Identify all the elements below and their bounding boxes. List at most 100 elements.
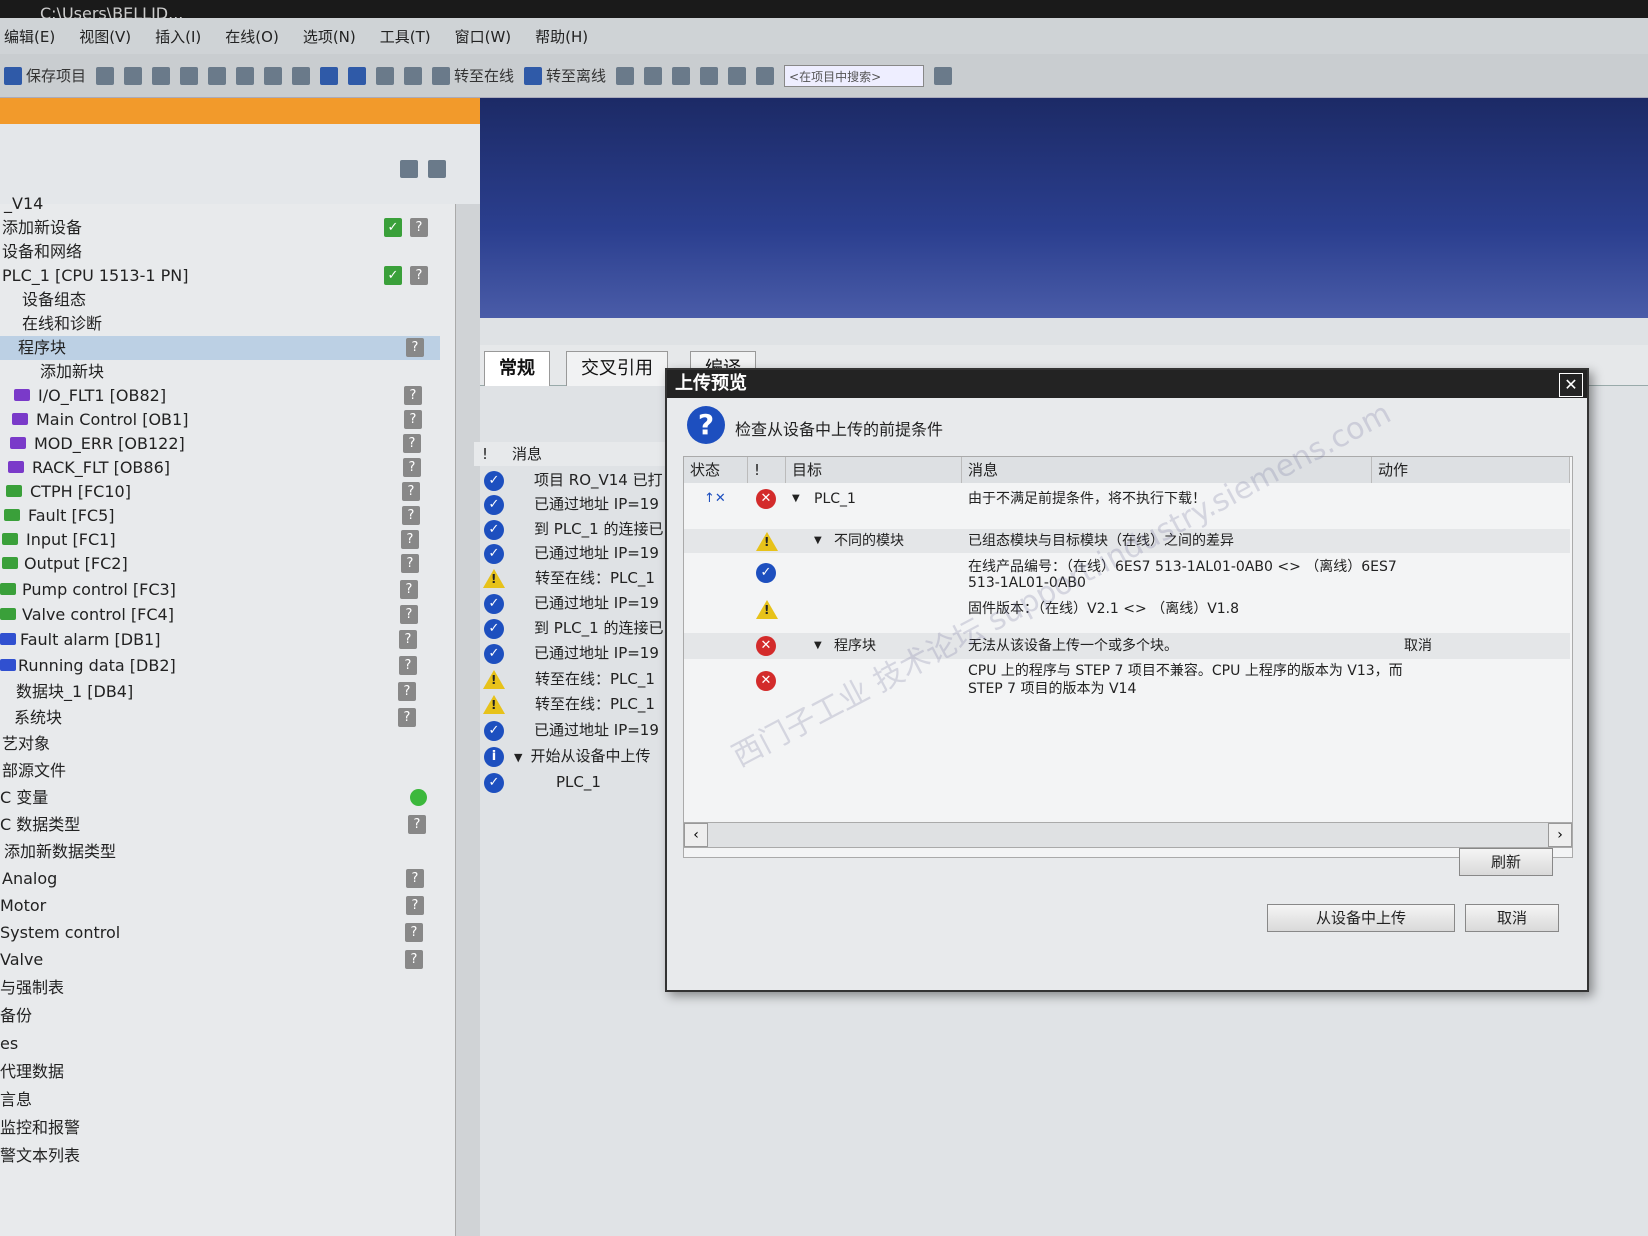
tree-item[interactable]: 警文本列表 xyxy=(0,1144,440,1168)
delete-icon[interactable] xyxy=(208,66,227,85)
message-row[interactable]: ✓ 已通过地址 IP=19 xyxy=(474,718,674,742)
start-cpu-icon-2[interactable] xyxy=(644,66,663,85)
cross-reference-icon[interactable] xyxy=(700,66,719,85)
tree-item[interactable]: 设备和网络 xyxy=(0,240,440,264)
tree-item[interactable]: Running data [DB2]? xyxy=(0,654,440,678)
paste-icon[interactable] xyxy=(180,66,199,85)
collapse-arrow-icon[interactable]: ▼ xyxy=(814,531,822,551)
collapse-arrow-icon[interactable]: ▼ xyxy=(814,636,822,656)
tree-item[interactable]: 艺对象 xyxy=(0,732,440,756)
tree-item[interactable]: 系统块? xyxy=(0,706,440,730)
tree-item[interactable]: System control? xyxy=(0,921,440,945)
message-row[interactable]: ✓ PLC_1 xyxy=(474,770,674,794)
tab-general[interactable]: 常规 xyxy=(484,351,550,386)
action-cancel-select[interactable]: 取消 xyxy=(1404,636,1432,656)
tree-item[interactable]: Pump control [FC3]? xyxy=(0,578,440,602)
column-message[interactable]: 消息 xyxy=(962,457,1372,483)
collapse-arrow-icon[interactable]: ▼ xyxy=(792,489,800,509)
copy-icon[interactable] xyxy=(152,66,171,85)
menu-view[interactable]: 视图(V) xyxy=(79,26,131,47)
menu-edit[interactable]: 编辑(E) xyxy=(4,26,55,47)
grid-row[interactable]: ! 固件版本：（在线）V2.1 <> （离线）V1.8 xyxy=(684,597,1570,623)
tree-item[interactable]: 言息 xyxy=(0,1088,440,1112)
tree-item[interactable]: Input [FC1]? xyxy=(0,528,440,552)
tree-item[interactable]: 部源文件 xyxy=(0,759,440,783)
upload-from-device-button[interactable]: 从设备中上传 xyxy=(1267,904,1455,932)
column-action[interactable]: 动作 xyxy=(1372,457,1570,483)
split-horizontal-icon[interactable] xyxy=(728,66,747,85)
message-row[interactable]: ✓ 已通过地址 IP=19 xyxy=(474,641,674,665)
tree-item[interactable]: MOD_ERR [OB122]? xyxy=(0,432,440,456)
refresh-button[interactable]: 刷新 xyxy=(1459,848,1553,876)
menu-options[interactable]: 选项(N) xyxy=(303,26,356,47)
tree-item[interactable]: Valve? xyxy=(0,948,440,972)
grid-row[interactable]: ! ▼ 不同的模块 已组态模块与目标模块（在线）之间的差异 xyxy=(684,529,1570,553)
tree-item[interactable]: Main Control [OB1]? xyxy=(0,408,440,432)
scroll-right-icon[interactable]: › xyxy=(1548,823,1572,847)
tree-item[interactable]: 添加新数据类型 xyxy=(0,840,440,864)
tree-item[interactable]: es xyxy=(0,1032,440,1056)
message-row[interactable]: ! 转至在线：PLC_1 xyxy=(474,667,674,691)
tree-item[interactable]: 数据块_1 [DB4]? xyxy=(0,680,440,704)
accessible-devices-icon[interactable] xyxy=(616,66,635,85)
tree-item[interactable]: C 数据类型? xyxy=(0,813,440,837)
grid-row[interactable]: ↑✕ ✕ ▼ PLC_1 由于不满足前提条件，将不执行下载！ xyxy=(684,487,1570,511)
message-row[interactable]: ✓ 已通过地址 IP=19 xyxy=(474,492,674,516)
menu-insert[interactable]: 插入(I) xyxy=(155,26,201,47)
stop-cpu-icon[interactable] xyxy=(672,66,691,85)
project-search-input[interactable]: <在项目中搜索> xyxy=(784,64,925,87)
tree-item[interactable]: 监控和报警 xyxy=(0,1116,440,1140)
grid-horizontal-scrollbar[interactable]: ‹ › xyxy=(683,822,1573,848)
redo-icon[interactable] xyxy=(264,66,283,85)
tree-item[interactable]: 在线和诊断 xyxy=(0,312,440,336)
tree-item[interactable]: 代理数据 xyxy=(0,1060,440,1084)
tree-item[interactable]: Motor? xyxy=(0,894,440,918)
refresh-tree-icon[interactable] xyxy=(428,160,446,178)
tree-item[interactable]: I/O_FLT1 [OB82]? xyxy=(0,384,440,408)
upload-icon[interactable] xyxy=(348,66,367,85)
tree-item[interactable]: 与强制表 xyxy=(0,976,440,1000)
tab-cross-reference[interactable]: 交叉引用 xyxy=(566,351,668,386)
start-cpu-icon[interactable] xyxy=(404,66,423,85)
close-icon[interactable]: ✕ xyxy=(1559,373,1583,397)
tree-item[interactable]: RACK_FLT [OB86]? xyxy=(0,456,440,480)
go-offline-button[interactable]: 转至离线 xyxy=(524,65,606,86)
tree-item[interactable]: Fault alarm [DB1]? xyxy=(0,628,440,652)
tree-item[interactable]: 设备组态 xyxy=(0,288,440,312)
tree-item[interactable]: C 变量 xyxy=(0,786,440,810)
menu-help[interactable]: 帮助(H) xyxy=(535,26,588,47)
simulation-icon[interactable] xyxy=(376,66,395,85)
go-online-button[interactable]: 转至在线 xyxy=(432,65,514,86)
menu-window[interactable]: 窗口(W) xyxy=(455,26,512,47)
message-row[interactable]: ! 转至在线：PLC_1 xyxy=(474,566,674,590)
cancel-button[interactable]: 取消 xyxy=(1465,904,1559,932)
tree-item[interactable]: Analog? xyxy=(0,867,440,891)
tree-item[interactable]: Valve control [FC4]? xyxy=(0,603,440,627)
column-excl[interactable]: ! xyxy=(748,457,786,483)
details-view-icon[interactable] xyxy=(400,160,418,178)
message-row[interactable]: ✓ 已通过地址 IP=19 xyxy=(474,591,674,615)
scroll-left-icon[interactable]: ‹ xyxy=(684,823,708,847)
message-row[interactable]: ✓ 项目 RO_V14 已打 xyxy=(474,468,674,492)
column-status[interactable]: 状态 xyxy=(684,457,748,483)
grid-row[interactable]: ✓ 在线产品编号：（在线）6ES7 513-1AL01-0AB0 <> （离线）… xyxy=(684,557,1570,597)
column-target[interactable]: 目标 xyxy=(786,457,962,483)
tree-project-root[interactable]: _V14 xyxy=(0,192,440,216)
message-row[interactable]: ✓ 已通过地址 IP=19 xyxy=(474,541,674,565)
tree-item[interactable]: 备份 xyxy=(0,1004,440,1028)
message-row[interactable]: ! 转至在线：PLC_1 xyxy=(474,692,674,716)
grid-row[interactable]: ✕ ▼ 程序块 无法从该设备上传一个或多个块。 取消 xyxy=(684,633,1570,659)
menu-tools[interactable]: 工具(T) xyxy=(380,26,431,47)
menu-online[interactable]: 在线(O) xyxy=(225,26,279,47)
tree-item[interactable]: Output [FC2]? xyxy=(0,552,440,576)
split-vertical-icon[interactable] xyxy=(756,66,775,85)
expand-arrow-icon[interactable]: ▼ xyxy=(514,751,522,764)
message-row[interactable]: ✓ 到 PLC_1 的连接已 xyxy=(474,616,674,640)
download-icon[interactable] xyxy=(320,66,339,85)
cut-icon[interactable] xyxy=(124,66,143,85)
tree-item[interactable]: Fault [FC5]? xyxy=(0,504,440,528)
compile-icon[interactable] xyxy=(292,66,311,85)
tree-item[interactable]: 添加新设备 ✓? xyxy=(0,216,440,240)
search-icon[interactable] xyxy=(934,66,953,85)
grid-row[interactable]: ✕ CPU 上的程序与 STEP 7 项目不兼容。CPU 上程序的版本为 V13… xyxy=(684,661,1570,701)
